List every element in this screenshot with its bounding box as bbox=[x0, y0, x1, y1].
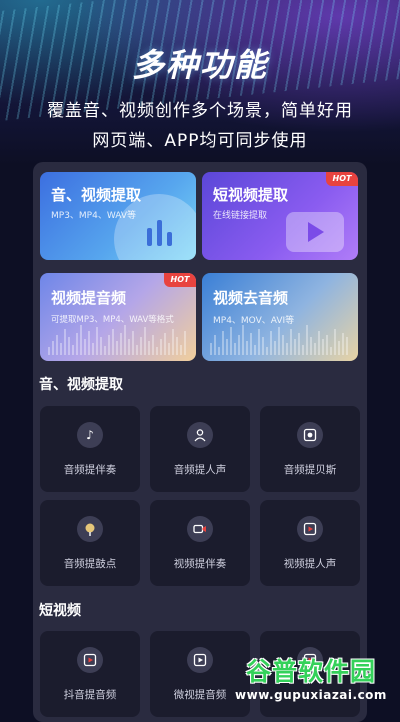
tool-audio-accompaniment[interactable]: ♪ 音频提伴奏 bbox=[40, 406, 140, 492]
card-title: 音、视频提取 bbox=[51, 186, 142, 204]
tool-label: 视频提伴奏 bbox=[173, 558, 227, 570]
section-title-short-video: 短视频 bbox=[39, 603, 81, 619]
card-subtitle: MP4、MOV、AVI等 bbox=[213, 316, 295, 326]
speaker-icon bbox=[297, 422, 323, 448]
tool-label: 音频提伴奏 bbox=[63, 464, 117, 476]
tool-label: 音频提人声 bbox=[173, 464, 227, 476]
hero-subtitle-line2: 网页端、APP均可同步使用 bbox=[92, 131, 308, 151]
music-note-icon: ♪ bbox=[77, 422, 103, 448]
waveform-decoration bbox=[48, 323, 188, 355]
hot-badge: HOT bbox=[326, 172, 358, 186]
hero-title: 多种功能 bbox=[131, 46, 268, 84]
card-short-video-extract[interactable]: HOT 短视频提取 在线链接提取 bbox=[202, 172, 358, 260]
tool-label: 视频提人声 bbox=[283, 558, 337, 570]
play-icon bbox=[297, 516, 323, 542]
card-subtitle: 在线链接提取 bbox=[213, 211, 268, 221]
tool-video-vocals[interactable]: 视频提人声 bbox=[260, 500, 360, 586]
tool-audio-bass[interactable]: 音频提贝斯 bbox=[260, 406, 360, 492]
card-subtitle: 可提取MP3、MP4、WAV等格式 bbox=[51, 315, 174, 325]
play-icon bbox=[77, 647, 103, 673]
hot-badge: HOT bbox=[164, 273, 196, 287]
tool-label: 抖音提音频 bbox=[63, 689, 117, 701]
hero-subtitle-line1: 覆盖音、视频创作多个场景，简单好用 bbox=[47, 101, 353, 121]
play-icon bbox=[308, 222, 324, 242]
card-remove-audio[interactable]: 视频去音频 MP4、MOV、AVI等 bbox=[202, 273, 358, 361]
watermark-url: www.gupuxiazai.com bbox=[235, 688, 387, 702]
waveform-decoration bbox=[210, 323, 350, 355]
card-title: 视频去音频 bbox=[213, 289, 289, 307]
drum-icon bbox=[77, 516, 103, 542]
tool-video-accompaniment[interactable]: 视频提伴奏 bbox=[150, 500, 250, 586]
watermark-logo-text: 谷普软件园 bbox=[245, 657, 376, 686]
card-video-to-audio[interactable]: HOT 视频提音频 可提取MP3、MP4、WAV等格式 bbox=[40, 273, 196, 361]
tool-label: 音频提鼓点 bbox=[63, 558, 117, 570]
card-subtitle: MP3、MP4、WAV等 bbox=[51, 211, 136, 221]
tool-audio-drums[interactable]: 音频提鼓点 bbox=[40, 500, 140, 586]
tool-label: 音频提贝斯 bbox=[283, 464, 337, 476]
tool-douyin-audio[interactable]: 抖音提音频 bbox=[40, 631, 140, 717]
card-av-extract[interactable]: 音、视频提取 MP3、MP4、WAV等 bbox=[40, 172, 196, 260]
play-icon bbox=[187, 647, 213, 673]
card-title: 视频提音频 bbox=[51, 289, 127, 307]
card-title: 短视频提取 bbox=[213, 186, 289, 204]
tool-audio-vocals[interactable]: 音频提人声 bbox=[150, 406, 250, 492]
hero-banner: 多种功能 覆盖音、视频创作多个场景，简单好用 网页端、APP均可同步使用 bbox=[0, 0, 400, 165]
feature-panel: 音、视频提取 MP3、MP4、WAV等 HOT 短视频提取 在线链接提取 HOT… bbox=[33, 162, 367, 722]
section-title-av-extract: 音、视频提取 bbox=[39, 377, 123, 393]
video-camera-icon bbox=[187, 516, 213, 542]
person-icon bbox=[187, 422, 213, 448]
watermark: 谷普软件园 www.gupuxiazai.com bbox=[226, 652, 396, 708]
